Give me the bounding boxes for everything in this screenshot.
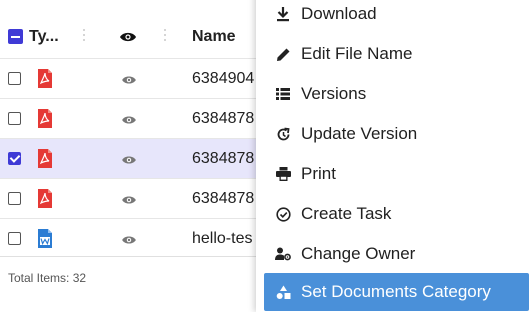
menu-item-label: Versions [301, 84, 367, 103]
documents-table: Ty... Name 6384904 6384878 6384878 63848… [0, 0, 290, 312]
column-header-type[interactable]: Ty... [29, 28, 59, 46]
preview-eye-icon[interactable] [121, 233, 137, 251]
pdf-icon [38, 109, 52, 128]
file-name[interactable]: 6384904 [192, 70, 254, 88]
preview-eye-icon[interactable] [121, 73, 137, 91]
pdf-icon [38, 69, 52, 88]
printer-icon [275, 166, 291, 182]
file-name[interactable]: hello-tes [192, 230, 252, 248]
column-menu-icon[interactable] [164, 29, 166, 45]
menu-item-update-version[interactable]: Update Version [256, 114, 531, 154]
menu-item-download[interactable]: Download [256, 0, 531, 34]
download-icon [275, 6, 291, 22]
menu-item-label: Print [301, 164, 336, 183]
row-checkbox[interactable] [8, 232, 21, 245]
update-icon [275, 126, 291, 142]
row-checkbox[interactable] [8, 152, 21, 165]
column-menu-icon[interactable] [83, 29, 85, 45]
menu-item-label: Change Owner [301, 244, 416, 263]
menu-item-label: Create Task [301, 204, 392, 223]
preview-eye-icon[interactable] [121, 113, 137, 131]
menu-item-label: Set Documents Category [301, 282, 491, 301]
table-row[interactable]: 6384878 [0, 138, 290, 178]
menu-item-create-task[interactable]: Create Task [256, 194, 531, 234]
table-header: Ty... Name [0, 16, 290, 58]
pencil-icon [275, 46, 291, 62]
task-check-icon [275, 206, 291, 222]
menu-item-change-owner[interactable]: Change Owner [256, 234, 531, 274]
row-checkbox[interactable] [8, 72, 21, 85]
column-header-name[interactable]: Name [192, 28, 236, 46]
table-row[interactable]: 6384878 [0, 98, 290, 138]
select-all-checkbox[interactable] [8, 29, 23, 44]
menu-item-versions[interactable]: Versions [256, 74, 531, 114]
word-doc-icon [38, 229, 52, 248]
pdf-icon [38, 149, 52, 168]
context-menu: Download Edit File Name Versions Update … [256, 0, 531, 312]
eye-icon [119, 30, 137, 49]
file-name[interactable]: 6384878 [192, 150, 254, 168]
menu-item-label: Edit File Name [301, 44, 413, 63]
divider [0, 256, 290, 257]
row-checkbox[interactable] [8, 112, 21, 125]
table-row[interactable]: 6384878 [0, 178, 290, 218]
pdf-icon [38, 189, 52, 208]
menu-item-label: Update Version [301, 124, 418, 143]
preview-eye-icon[interactable] [121, 193, 137, 211]
category-shapes-icon [275, 284, 291, 300]
menu-item-edit-file-name[interactable]: Edit File Name [256, 34, 531, 74]
row-checkbox[interactable] [8, 192, 21, 205]
menu-item-print[interactable]: Print [256, 154, 531, 194]
menu-item-label: Download [301, 4, 377, 23]
table-row[interactable]: 6384904 [0, 58, 290, 98]
table-row[interactable]: hello-tes [0, 218, 290, 258]
total-items-count: Total Items: 32 [8, 271, 87, 285]
file-name[interactable]: 6384878 [192, 190, 254, 208]
list-icon [275, 86, 291, 102]
file-name[interactable]: 6384878 [192, 110, 254, 128]
user-gear-icon [275, 246, 291, 262]
preview-eye-icon[interactable] [121, 153, 137, 171]
menu-item-set-documents-category[interactable]: Set Documents Category [264, 273, 529, 311]
